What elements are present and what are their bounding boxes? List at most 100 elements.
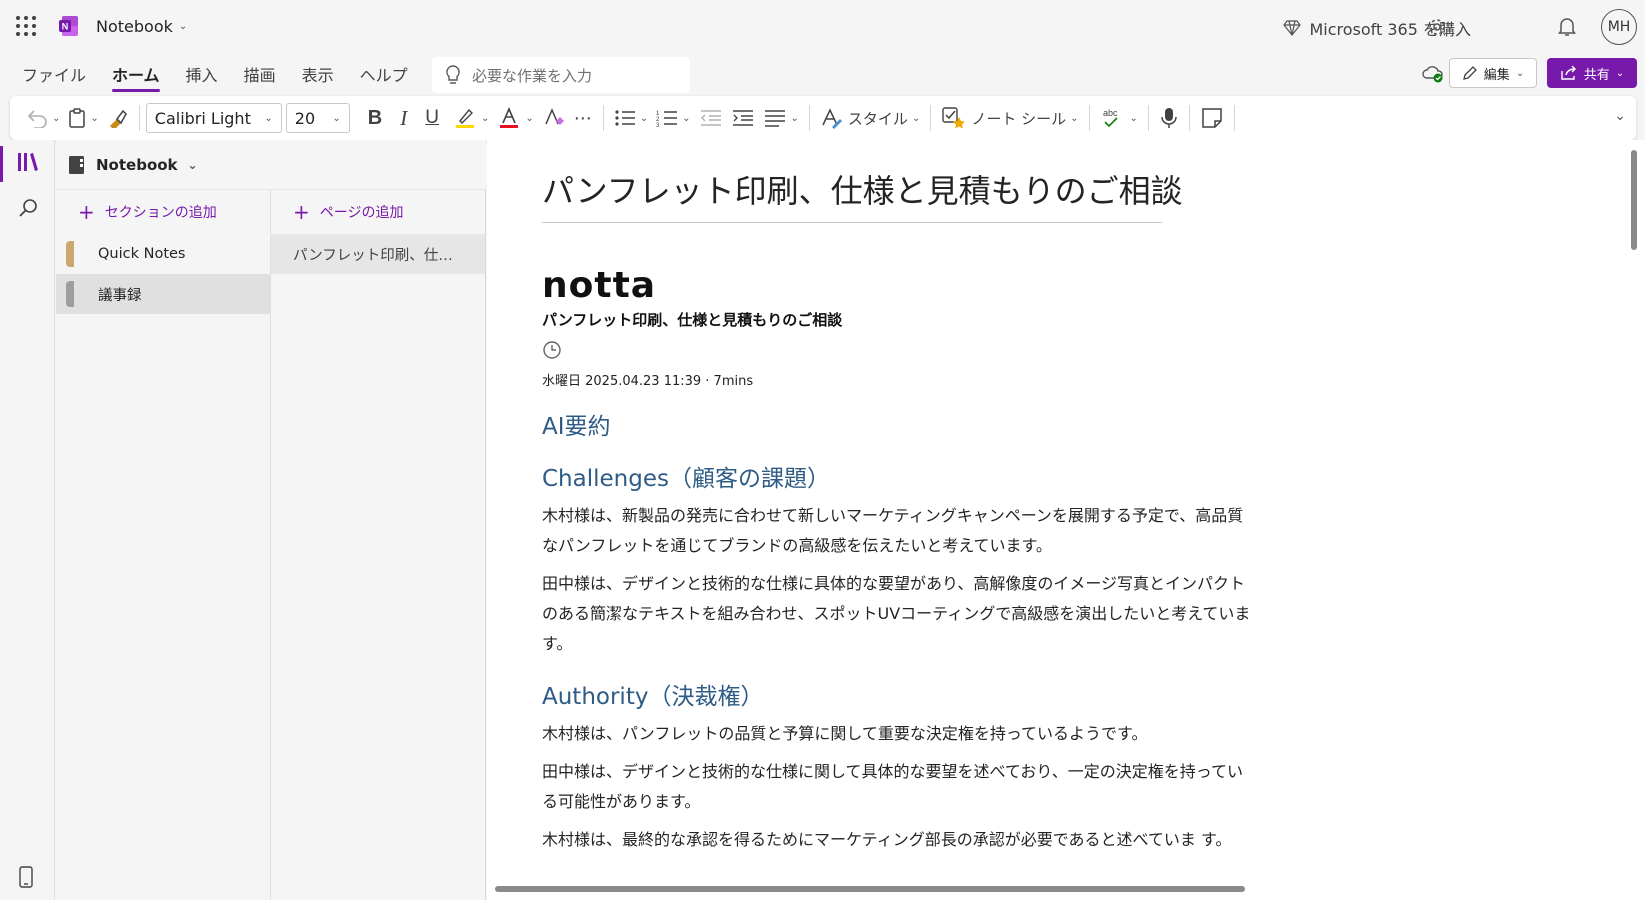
alignment-button[interactable]: ⌄: [759, 102, 803, 134]
section-color-tab: [66, 281, 74, 307]
section-label: 議事録: [98, 287, 142, 304]
font-color-button[interactable]: ⌄: [493, 102, 537, 134]
increase-indent-button[interactable]: [727, 102, 759, 134]
highlighter-icon: [455, 108, 474, 128]
spelling-button[interactable]: abc ⌄: [1096, 102, 1142, 134]
undo-button[interactable]: ⌄: [22, 102, 64, 134]
clear-formatting-button[interactable]: [538, 102, 570, 134]
tab-help[interactable]: ヘルプ: [360, 62, 408, 92]
note-canvas[interactable]: パンフレット印刷、仕様と見積もりのご相談 notta パンフレット印刷、仕様と見…: [487, 140, 1645, 900]
numbering-button[interactable]: 123 ⌄: [652, 102, 694, 134]
font-family-select[interactable]: Calibri Light ⌄: [145, 103, 282, 133]
app-launcher-icon[interactable]: [16, 16, 36, 36]
ribbon-divider: [930, 105, 932, 131]
rail-active-indicator: [0, 146, 3, 182]
edit-mode-button[interactable]: 編集 ⌄: [1449, 58, 1537, 88]
todo-tag-icon: [942, 107, 966, 129]
svg-text:N: N: [62, 22, 69, 32]
tab-home[interactable]: ホーム: [112, 62, 160, 92]
ribbon-divider: [808, 105, 810, 131]
dictate-button[interactable]: [1155, 102, 1183, 134]
home-ribbon: ⌄ ⌄ Calibri Light ⌄ 20 ⌄ B I U ⌄ ⌄ ⋯ ⌄ 1…: [10, 96, 1636, 140]
chevron-down-icon: ⌄: [187, 157, 198, 172]
plus-icon: +: [78, 200, 95, 224]
paste-button[interactable]: ⌄: [64, 102, 102, 134]
chevron-down-icon: ⌄: [1129, 112, 1138, 124]
highlight-color-button[interactable]: ⌄: [449, 102, 493, 134]
menu-bar: ファイル ホーム 挿入 描画 表示 ヘルプ 必要な作業を入力 編集 ⌄ 共有 ⌄: [0, 54, 1645, 96]
microphone-icon: [1161, 108, 1177, 128]
chevron-down-icon: ⌄: [790, 112, 799, 124]
ribbon-expand-chevron-icon[interactable]: ⌄: [1614, 108, 1626, 124]
font-size-value: 20: [294, 108, 316, 128]
chevron-down-icon: ⌄: [480, 112, 490, 124]
section-color-tab: [66, 241, 74, 267]
ribbon-divider: [602, 105, 604, 131]
more-options-button[interactable]: ⋯: [570, 102, 597, 134]
indent-icon: [732, 110, 753, 126]
note-content[interactable]: notta パンフレット印刷、仕様と見積もりのご相談 水曜日 2025.04.2…: [542, 265, 1262, 855]
font-color-icon: [500, 106, 519, 128]
decrease-indent-button[interactable]: [695, 102, 727, 134]
notebook-title-dropdown[interactable]: Notebook ⌄: [96, 17, 187, 36]
chevron-down-icon: ⌄: [52, 112, 61, 124]
user-avatar[interactable]: MH: [1601, 9, 1637, 45]
font-size-select[interactable]: 20 ⌄: [285, 103, 350, 133]
add-section-button[interactable]: + セクションの追加: [56, 190, 270, 234]
clock-icon: [543, 341, 561, 359]
pencil-icon: [1462, 66, 1477, 80]
paragraph: 木村様は、新製品の発売に合わせて新しいマーケティングキャンペーンを展開する予定で…: [542, 506, 1244, 555]
pages-pane: + ページの追加 パンフレット印刷、仕…: [271, 190, 486, 900]
diamond-icon: [1283, 20, 1302, 36]
bullet-list-icon: [615, 110, 635, 126]
search-icon[interactable]: [18, 198, 38, 218]
tags-label: ノート シール: [971, 109, 1067, 128]
tell-me-placeholder: 必要な作業を入力: [472, 66, 593, 85]
styles-button[interactable]: スタイル ⌄: [816, 102, 924, 134]
notification-bell-icon[interactable]: [1555, 15, 1579, 39]
heading-ai-summary: AI要約: [542, 414, 611, 440]
chevron-down-icon: ⌄: [1515, 67, 1525, 79]
notta-logo: notta: [542, 265, 657, 306]
tab-draw[interactable]: 描画: [244, 62, 276, 92]
italic-button[interactable]: I: [396, 102, 411, 134]
underline-button[interactable]: U: [421, 102, 443, 134]
sticky-note-button[interactable]: [1196, 102, 1228, 134]
settings-gear-icon[interactable]: [1425, 15, 1449, 39]
share-button[interactable]: 共有 ⌄: [1547, 58, 1637, 88]
bold-button[interactable]: B: [364, 102, 386, 134]
add-page-button[interactable]: + ページの追加: [271, 190, 485, 234]
lightbulb-icon: [446, 65, 460, 84]
add-page-label: ページの追加: [319, 205, 404, 221]
edit-mode-label: 編集: [1483, 67, 1510, 83]
horizontal-scrollbar[interactable]: [495, 886, 1245, 892]
section-item-quick-notes[interactable]: Quick Notes: [56, 234, 270, 274]
cloud-sync-icon[interactable]: [1421, 63, 1445, 83]
ribbon-divider: [1233, 105, 1235, 131]
mobile-device-icon[interactable]: [19, 866, 33, 888]
page-item[interactable]: パンフレット印刷、仕…: [271, 234, 485, 274]
tab-file[interactable]: ファイル: [22, 62, 86, 92]
section-item-minutes[interactable]: 議事録: [56, 274, 270, 314]
undo-icon: [27, 110, 47, 128]
tab-insert[interactable]: 挿入: [186, 62, 218, 92]
heading-authority: Authority（決裁権）: [542, 684, 764, 710]
chevron-down-icon: ⌄: [332, 112, 341, 124]
tags-button[interactable]: ノート シール ⌄: [937, 102, 1082, 134]
notebooks-library-icon[interactable]: [17, 152, 39, 172]
notebook-header[interactable]: Notebook ⌄: [56, 140, 486, 190]
styles-icon: [822, 108, 842, 129]
chevron-down-icon: ⌄: [682, 112, 691, 124]
tab-view[interactable]: 表示: [302, 62, 334, 92]
top-bar: N Notebook ⌄ Microsoft 365 を購入 MH: [0, 0, 1645, 54]
note-subtitle: パンフレット印刷、仕様と見積もりのご相談: [542, 311, 843, 329]
notebook-icon: [69, 155, 84, 174]
vertical-scrollbar[interactable]: [1631, 150, 1637, 250]
page-title[interactable]: パンフレット印刷、仕様と見積もりのご相談: [542, 166, 1183, 223]
notebook-title: Notebook: [96, 17, 173, 36]
bullets-button[interactable]: ⌄: [610, 102, 652, 134]
format-painter-button[interactable]: [103, 102, 133, 134]
chevron-down-icon: ⌄: [525, 112, 534, 124]
font-family-value: Calibri Light: [154, 108, 251, 128]
tell-me-search-box[interactable]: 必要な作業を入力: [432, 57, 690, 93]
